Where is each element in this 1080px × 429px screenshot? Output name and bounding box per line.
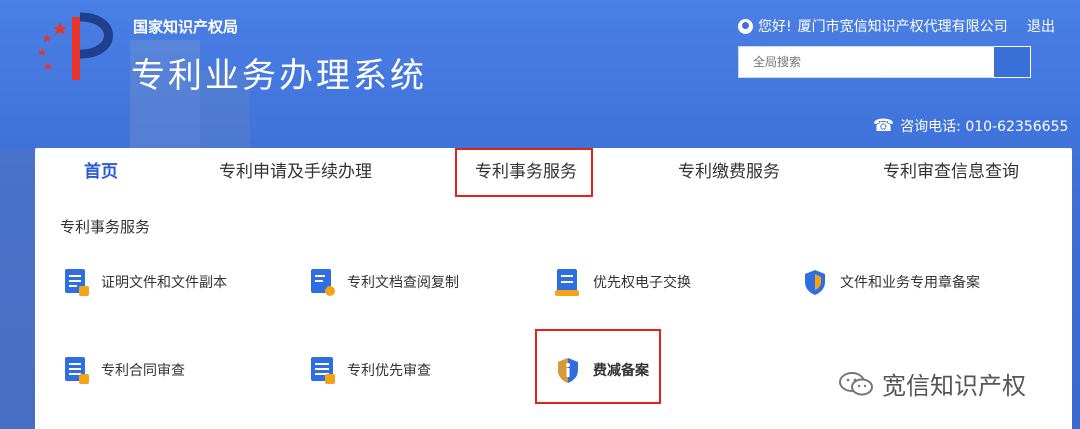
tab-application[interactable]: 专利申请及手续办理 [219, 157, 372, 182]
search-button[interactable] [993, 46, 1031, 78]
hotline-text: 咨询电话: 010-62356655 [900, 119, 1069, 135]
info-shield-icon [558, 358, 578, 383]
tab-examination-query[interactable]: 专利审查信息查询 [883, 157, 1019, 182]
watermark-text: 宽信知识产权 [882, 372, 1026, 400]
highlight-box-tab [455, 148, 593, 197]
phone-icon: ☎ [873, 116, 895, 136]
section-title: 专利事务服务 [60, 218, 151, 236]
org-name: 国家知识产权局 [133, 18, 239, 36]
contract-doc-icon [63, 356, 89, 384]
service-label: 优先权电子交换 [593, 275, 691, 291]
service-priority-exchange[interactable]: 优先权电子交换 [555, 268, 691, 296]
search-input[interactable] [738, 46, 993, 78]
service-fee-reduction[interactable]: 费减备案 [555, 356, 649, 384]
service-priority-examination[interactable]: 专利优先审查 [309, 356, 431, 384]
service-label: 证明文件和文件副本 [101, 275, 227, 291]
system-title: 专利业务办理系统 [131, 56, 427, 96]
greeting-text: 您好! [758, 19, 792, 35]
wechat-icon [839, 371, 873, 395]
wechat-watermark: 宽信知识产权 [838, 366, 1026, 401]
service-label: 费减备案 [593, 363, 649, 379]
company-name[interactable]: 厦门市宽信知识产权代理有限公司 [798, 16, 1008, 36]
cnipa-logo-icon [38, 12, 113, 80]
exchange-icon [555, 268, 581, 296]
service-label: 专利合同审查 [101, 363, 185, 379]
user-greeting: 您好! 厦门市宽信知识产权代理有限公司 [738, 16, 1008, 36]
shield-seal-icon [805, 270, 825, 295]
service-contract-review[interactable]: 专利合同审查 [63, 356, 185, 384]
priority-list-icon [309, 356, 335, 384]
tab-fee-payment[interactable]: 专利缴费服务 [678, 157, 780, 182]
certificate-doc-icon [63, 268, 89, 296]
user-icon [738, 18, 753, 34]
service-label: 专利文档查阅复制 [347, 275, 459, 291]
service-label: 专利优先审查 [347, 363, 431, 379]
service-seal-filing[interactable]: 文件和业务专用章备案 [802, 268, 980, 296]
hotline: ☎ 咨询电话: 010-62356655 [873, 116, 1068, 136]
doc-search-icon [309, 268, 335, 296]
tab-home[interactable]: 首页 [84, 157, 118, 182]
background-building [0, 150, 40, 429]
global-search [738, 46, 1031, 78]
service-label: 文件和业务专用章备案 [840, 275, 980, 291]
service-certificate-copies[interactable]: 证明文件和文件副本 [63, 268, 227, 296]
service-document-copy[interactable]: 专利文档查阅复制 [309, 268, 459, 296]
logout-link[interactable]: 退出 [1027, 16, 1055, 36]
